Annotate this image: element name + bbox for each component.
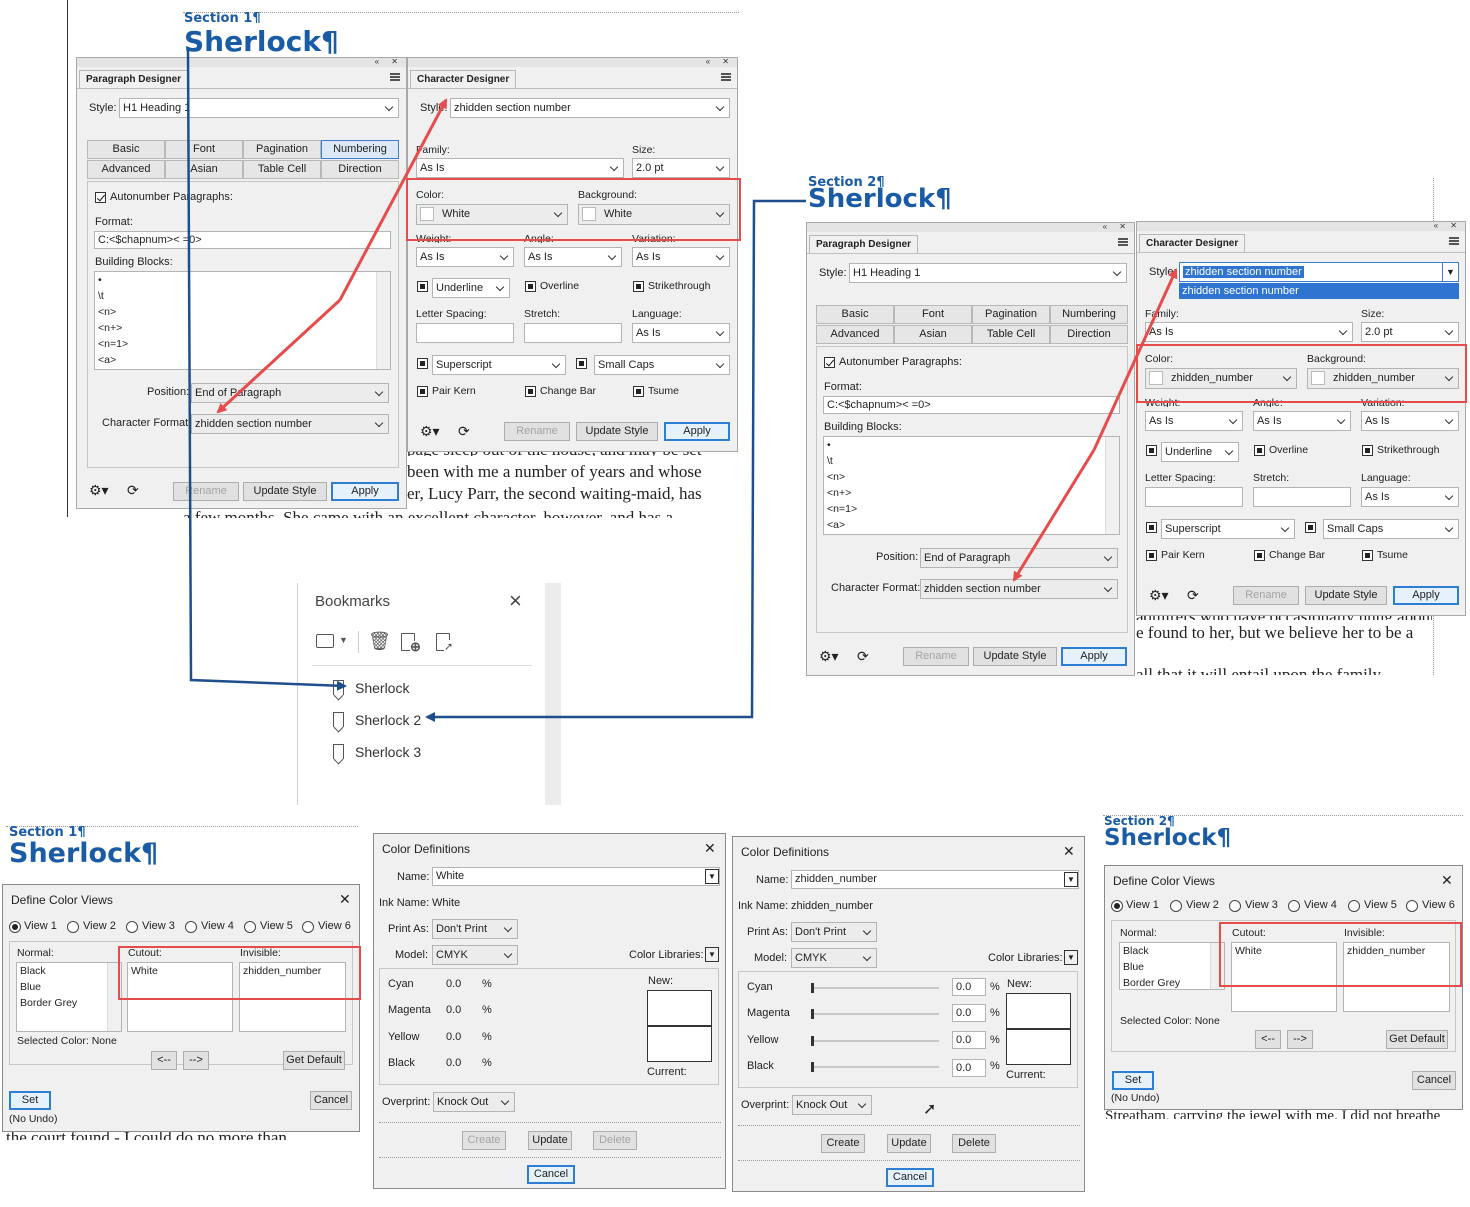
red-arrow xyxy=(1092,268,1178,451)
red-arrow xyxy=(1012,449,1096,582)
red-arrow xyxy=(338,98,448,301)
blue-arrow xyxy=(425,199,806,722)
annotation-arrows xyxy=(186,49,1178,722)
red-arrow xyxy=(216,298,342,414)
